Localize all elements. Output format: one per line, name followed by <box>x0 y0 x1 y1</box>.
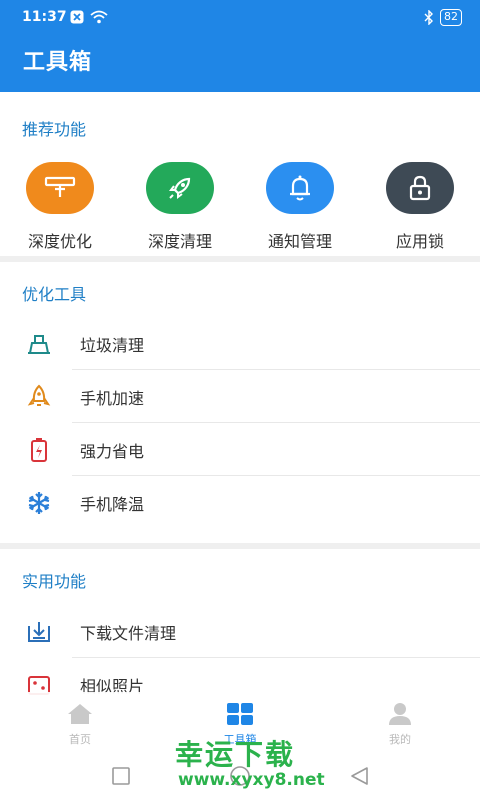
row-icon <box>25 489 53 517</box>
rec-label: 应用锁 <box>395 232 444 251</box>
wifi-icon <box>90 10 108 24</box>
rec-label: 深度清理 <box>147 232 212 251</box>
watermark-url: www.xyxy8.net <box>178 770 325 790</box>
nav-item-mine[interactable]: 我的 <box>360 702 440 747</box>
rec-item-deep-clean[interactable]: 深度清理 <box>125 162 235 252</box>
section-title-optimize: 优化工具 <box>22 285 87 304</box>
page-title: 工具箱 <box>23 50 93 75</box>
nav-item-home[interactable]: 首页 <box>40 702 120 747</box>
download-icon <box>28 622 50 642</box>
row-label: 下载文件清理 <box>80 624 177 643</box>
snowflake-icon <box>28 492 50 514</box>
close-notification-icon <box>70 10 84 24</box>
recents-button-icon[interactable] <box>111 766 131 786</box>
section-divider <box>0 256 480 262</box>
rocket-icon <box>169 177 191 199</box>
broom-icon <box>28 335 50 354</box>
battery-indicator: 82 <box>440 9 462 26</box>
rec-item-notification-manage[interactable]: 通知管理 <box>245 162 355 252</box>
row-icon <box>25 330 53 358</box>
rec-circle <box>146 162 214 214</box>
rocket-icon <box>27 384 51 406</box>
row-label: 强力省电 <box>80 442 145 461</box>
status-time: 11:37 <box>22 9 67 25</box>
section-title-recommend: 推荐功能 <box>22 120 87 139</box>
app-header: 11:37 82 工具箱 <box>0 0 480 92</box>
bluetooth-icon <box>424 10 433 25</box>
row-label: 手机降温 <box>80 495 145 514</box>
rec-circle <box>26 162 94 214</box>
section-divider <box>0 543 480 549</box>
row-icon <box>25 383 53 411</box>
list-item-junk-clean[interactable]: 垃圾清理 <box>0 317 480 370</box>
row-icon <box>25 436 53 464</box>
rec-label: 通知管理 <box>267 232 332 251</box>
grid-icon <box>227 703 253 725</box>
bell-icon <box>290 175 310 201</box>
nav-label: 首页 <box>69 733 91 746</box>
nav-label: 我的 <box>389 733 411 746</box>
broom-icon <box>44 176 76 197</box>
status-bar: 11:37 82 <box>0 0 480 36</box>
rec-circle <box>386 162 454 214</box>
watermark-text: 幸运下载 <box>175 738 296 771</box>
list-item-phone-speedup[interactable]: 手机加速 <box>0 370 480 423</box>
row-label: 手机加速 <box>80 389 145 408</box>
rec-label: 深度优化 <box>27 232 92 251</box>
rec-circle <box>266 162 334 214</box>
user-icon <box>389 703 411 725</box>
row-label: 垃圾清理 <box>80 336 145 355</box>
status-icons-left <box>70 10 108 24</box>
rec-item-deep-optimize[interactable]: 深度优化 <box>5 162 115 252</box>
lock-icon <box>409 175 431 201</box>
back-button-icon[interactable] <box>348 765 370 787</box>
row-icon <box>25 618 53 646</box>
list-item-download-clean[interactable]: 下载文件清理 <box>0 605 480 658</box>
list-item-power-saving[interactable]: 强力省电 <box>0 423 480 476</box>
list-item-phone-cooling[interactable]: 手机降温 <box>0 476 480 529</box>
rec-item-app-lock[interactable]: 应用锁 <box>365 162 475 252</box>
status-icons-right: 82 <box>424 9 462 26</box>
home-icon <box>68 704 92 724</box>
battery-icon <box>31 438 47 462</box>
section-title-utility: 实用功能 <box>22 572 87 591</box>
